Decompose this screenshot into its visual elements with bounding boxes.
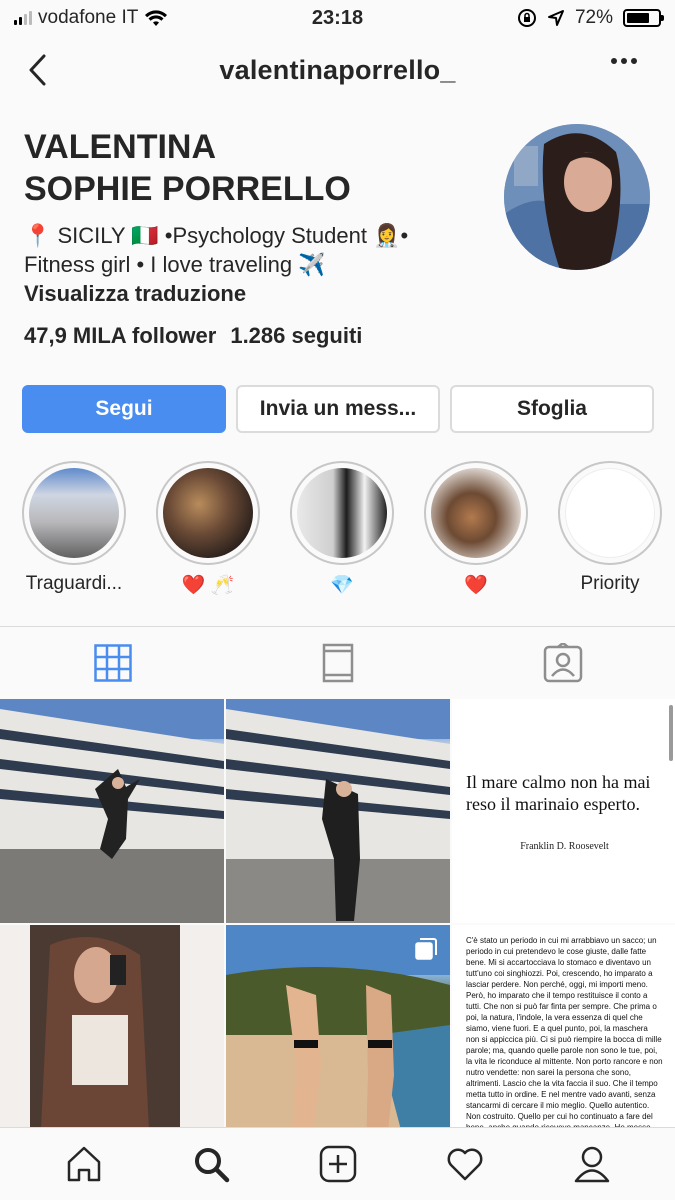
highlight-item[interactable]: ❤️ — [424, 461, 528, 597]
bio-line-2: Fitness girl • I love traveling ✈️ — [24, 252, 326, 277]
highlight-label: 💎 — [330, 575, 354, 596]
tab-guides[interactable] — [225, 627, 450, 698]
profile-tabs — [0, 626, 675, 698]
posts-grid: Il mare calmo non ha mai reso il marinai… — [0, 699, 675, 1149]
bio-line-1: 📍 SICILY 🇮🇹 •Psychology Student 👩‍⚕️• — [24, 223, 409, 248]
bottom-navigation — [0, 1127, 675, 1200]
grid-icon — [93, 643, 132, 682]
story-highlights: Traguardi... ❤️ 🥂 💎 ❤️ Priority — [22, 461, 675, 601]
signal-icon — [14, 11, 32, 25]
highlight-cover — [297, 468, 387, 558]
bio: 📍 SICILY 🇮🇹 •Psychology Student 👩‍⚕️• Fi… — [24, 221, 494, 279]
name-line-2: SOPHIE PORRELLO — [24, 170, 351, 208]
carrier-name: vodafone IT — [38, 7, 139, 28]
post-thumbnail[interactable] — [226, 699, 450, 923]
highlight-label: Priority — [580, 573, 640, 594]
profile-full-name: VALENTINA SOPHIE PORRELLO — [24, 126, 351, 210]
location-icon — [547, 10, 564, 26]
highlight-item[interactable]: 💎 — [290, 461, 394, 597]
more-options-icon[interactable] — [611, 58, 637, 64]
add-post-icon — [319, 1145, 356, 1183]
highlight-item[interactable]: Traguardi... — [22, 461, 126, 595]
highlight-item[interactable]: Priority — [558, 461, 662, 595]
following-count[interactable]: 1.286 seguiti — [230, 323, 362, 349]
home-icon — [67, 1146, 100, 1182]
status-bar: vodafone IT 23:18 72% — [0, 0, 675, 36]
profile-stats: 47,9 MILA follower 1.286 seguiti — [24, 323, 362, 349]
battery-percent: 72% — [574, 7, 613, 28]
tab-grid[interactable] — [0, 627, 225, 698]
profile-header: valentinaporrello_ — [0, 40, 675, 100]
page-title: valentinaporrello_ — [219, 54, 456, 85]
search-icon — [194, 1148, 229, 1183]
quote-text: Il mare calmo non ha mai reso il marinai… — [466, 771, 651, 814]
nav-search[interactable] — [186, 1139, 236, 1189]
post-photo — [0, 699, 224, 923]
highlight-cover — [29, 468, 119, 558]
avatar-photo — [504, 124, 650, 270]
avatar[interactable] — [504, 124, 650, 270]
tab-tagged[interactable] — [450, 627, 675, 698]
wifi-icon — [145, 10, 168, 26]
rotation-lock-icon — [517, 9, 536, 27]
nav-create[interactable] — [313, 1139, 363, 1189]
clock: 23:18 — [311, 6, 364, 29]
highlight-cover — [163, 468, 253, 558]
post-thumbnail[interactable] — [226, 925, 450, 1149]
book-icon — [322, 643, 353, 682]
heart-icon — [447, 1148, 482, 1181]
highlight-cover — [431, 468, 521, 558]
highlight-label: ❤️ — [464, 575, 488, 596]
nav-activity[interactable] — [440, 1139, 490, 1189]
scrollbar[interactable] — [669, 705, 673, 761]
highlight-label: ❤️ 🥂 — [181, 575, 235, 596]
follow-button[interactable]: Segui — [22, 385, 226, 433]
post-thumbnail[interactable]: C'è stato un periodo in cui mi arrabbiav… — [452, 925, 675, 1149]
post-thumbnail[interactable] — [0, 925, 224, 1149]
quote-author: Franklin D. Roosevelt — [520, 840, 609, 852]
browse-button[interactable]: Sfoglia — [450, 385, 654, 433]
see-translation-link[interactable]: Visualizza traduzione — [24, 281, 246, 307]
battery-icon — [623, 9, 664, 27]
highlight-cover — [565, 468, 655, 558]
followers-count[interactable]: 47,9 MILA follower — [24, 323, 216, 349]
highlight-label: Traguardi... — [25, 573, 123, 594]
name-line-1: VALENTINA — [24, 128, 217, 166]
post-thumbnail[interactable] — [0, 699, 224, 923]
post-long-text: C'è stato un periodo in cui mi arrabbiav… — [466, 936, 663, 1149]
profile-actions: Segui Invia un mess... Sfoglia — [22, 385, 654, 433]
nav-profile[interactable] — [567, 1139, 617, 1189]
post-photo — [226, 699, 450, 923]
nav-home[interactable] — [59, 1139, 109, 1189]
profile-icon — [574, 1146, 609, 1183]
post-thumbnail[interactable]: Il mare calmo non ha mai reso il marinai… — [452, 699, 675, 923]
message-button[interactable]: Invia un mess... — [236, 385, 440, 433]
highlight-item[interactable]: ❤️ 🥂 — [156, 461, 260, 597]
multiple-posts-icon — [415, 938, 437, 960]
back-icon[interactable] — [24, 52, 54, 88]
post-photo — [0, 925, 224, 1149]
tagged-user-icon — [543, 642, 582, 682]
